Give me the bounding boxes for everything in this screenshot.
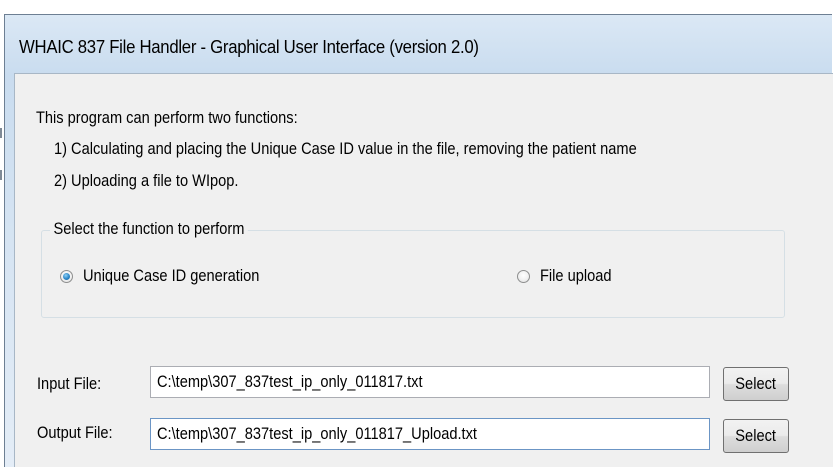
radio-file-upload-label[interactable]: File upload bbox=[540, 266, 612, 286]
input-file-field[interactable]: C:\temp\307_837test_ip_only_011817.txt bbox=[150, 366, 710, 398]
function-groupbox-legend: Select the function to perform bbox=[50, 219, 248, 239]
output-file-select-button[interactable]: Select bbox=[723, 419, 789, 453]
radio-unique-case-id-label[interactable]: Unique Case ID generation bbox=[83, 266, 259, 286]
radio-unique-case-id[interactable]: Unique Case ID generation bbox=[60, 266, 288, 286]
client-area: This program can perform two functions: … bbox=[14, 73, 833, 467]
radio-selected-icon[interactable] bbox=[60, 269, 73, 283]
description-function-1: 1) Calculating and placing the Unique Ca… bbox=[54, 139, 637, 158]
radio-unselected-icon[interactable] bbox=[517, 269, 530, 283]
screen: WHAIC 837 File Handler - Graphical User … bbox=[0, 0, 834, 467]
function-groupbox: Select the function to perform Unique Ca… bbox=[41, 219, 785, 318]
background-edge-mark bbox=[0, 170, 2, 180]
output-file-value: C:\temp\307_837test_ip_only_011817_Uploa… bbox=[157, 424, 477, 443]
radio-file-upload[interactable]: File upload bbox=[517, 266, 623, 286]
description-function-2: 2) Uploading a file to WIpop. bbox=[54, 171, 239, 190]
input-file-label: Input File: bbox=[37, 374, 102, 393]
window-title: WHAIC 837 File Handler - Graphical User … bbox=[19, 37, 479, 57]
input-file-value: C:\temp\307_837test_ip_only_011817.txt bbox=[157, 372, 423, 391]
output-file-select-label: Select bbox=[735, 426, 777, 445]
output-file-label: Output File: bbox=[37, 423, 113, 442]
description-intro: This program can perform two functions: bbox=[36, 108, 298, 127]
input-file-select-label: Select bbox=[735, 374, 777, 393]
output-file-field[interactable]: C:\temp\307_837test_ip_only_011817_Uploa… bbox=[150, 418, 710, 450]
background-edge-mark bbox=[0, 128, 2, 138]
input-file-select-button[interactable]: Select bbox=[723, 367, 789, 401]
app-window: WHAIC 837 File Handler - Graphical User … bbox=[4, 14, 833, 467]
title-bar[interactable]: WHAIC 837 File Handler - Graphical User … bbox=[5, 15, 832, 75]
